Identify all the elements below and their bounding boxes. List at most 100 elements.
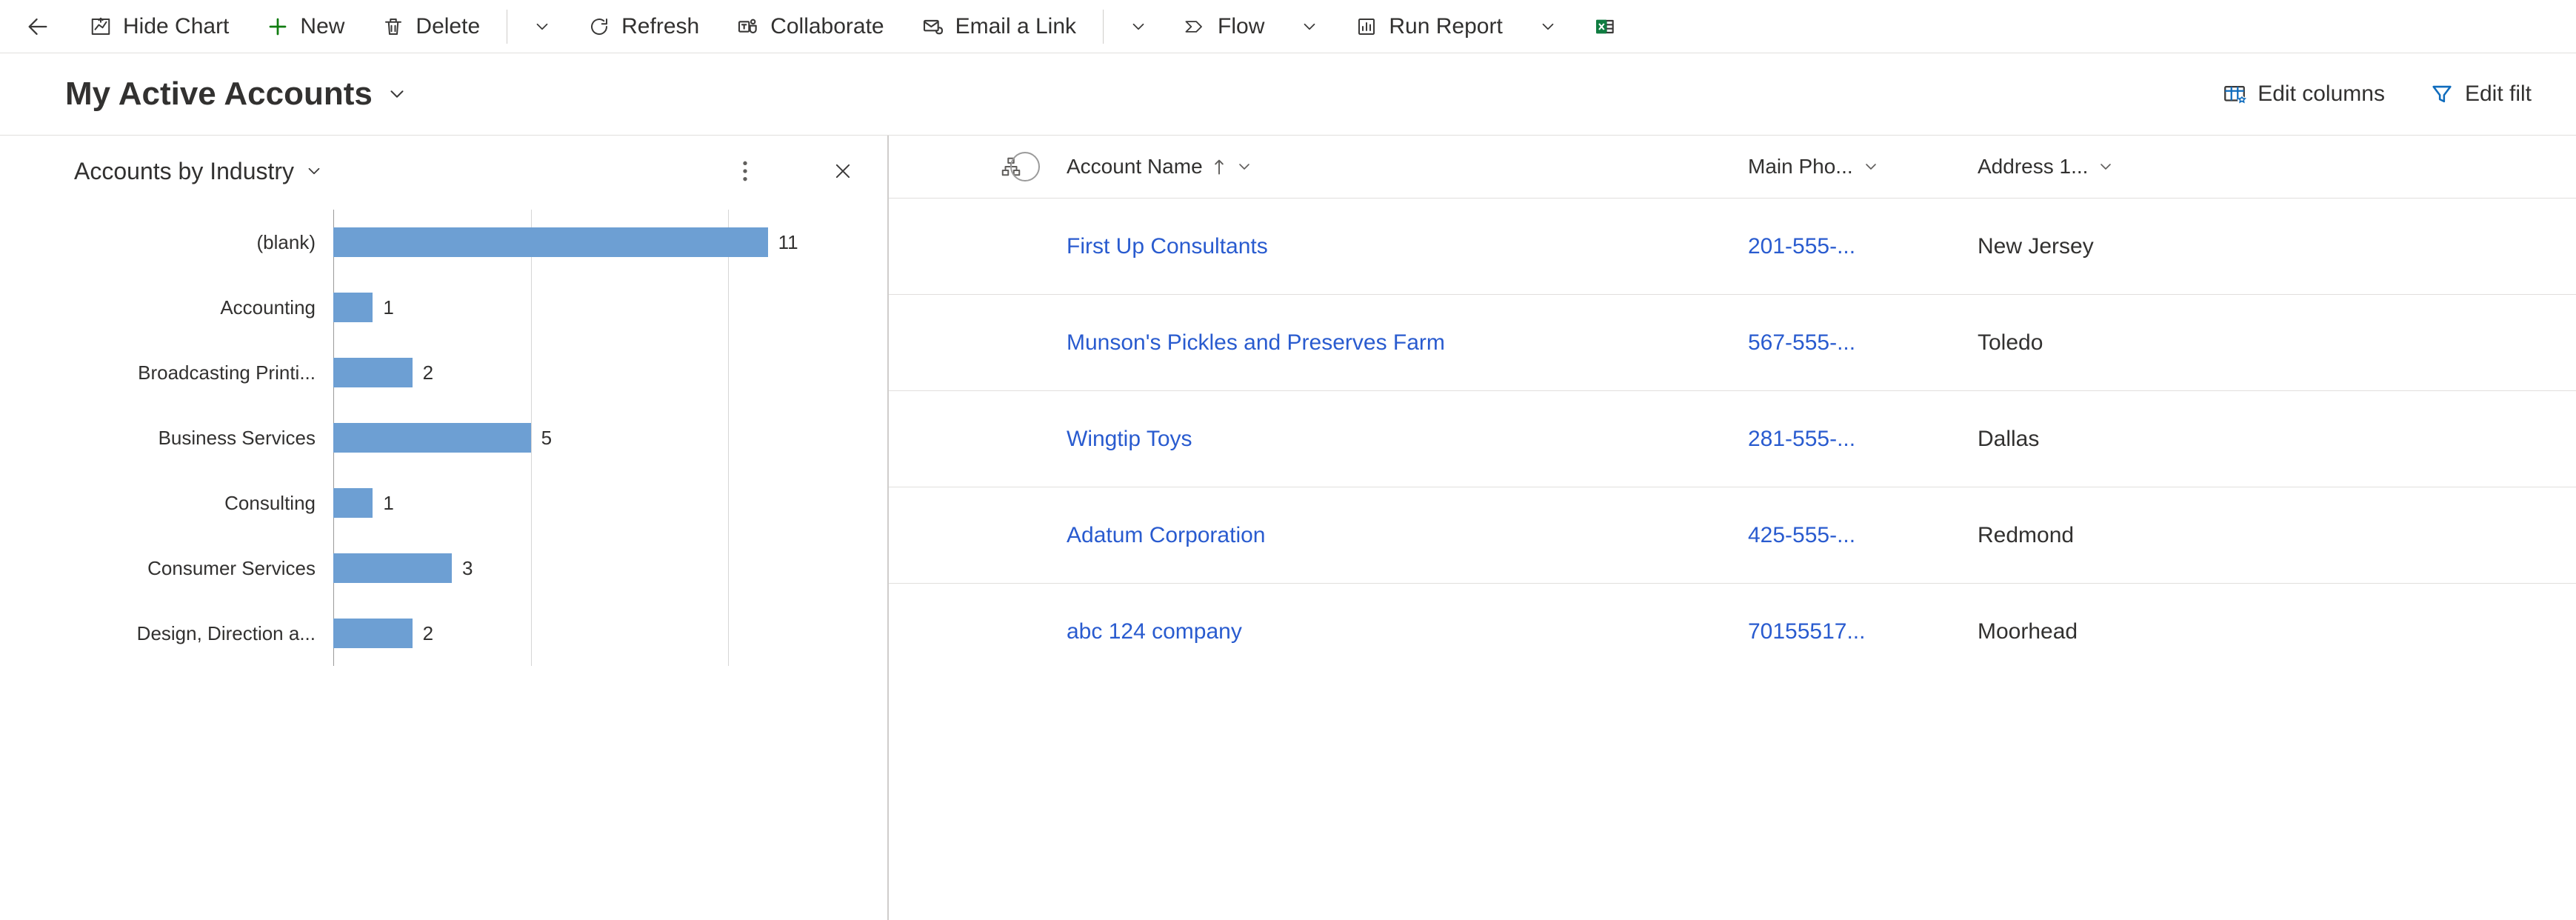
email-link-label: Email a Link xyxy=(955,14,1076,39)
column-label: Main Pho... xyxy=(1748,155,1853,179)
main-phone-link[interactable]: 281-555-... xyxy=(1748,427,1855,452)
flow-button[interactable]: Flow xyxy=(1169,3,1279,50)
excel-icon xyxy=(1593,15,1617,39)
account-name-link[interactable]: Wingtip Toys xyxy=(1067,427,1192,452)
select-all-checkbox[interactable] xyxy=(1010,152,1040,181)
chart-bar[interactable] xyxy=(333,358,413,387)
delete-button[interactable]: Delete xyxy=(367,3,495,50)
refresh-icon xyxy=(587,15,611,39)
chart-bar-track: 5 xyxy=(333,405,858,470)
chart-bar-value: 1 xyxy=(383,296,393,319)
chart-bar-value: 11 xyxy=(778,231,798,254)
edit-filters-button[interactable]: Edit filt xyxy=(2415,81,2546,107)
address-city-value: Redmond xyxy=(1978,523,2074,548)
grid-pane: Account Name Main Pho... Address 1... Fi… xyxy=(889,136,2576,920)
report-icon xyxy=(1355,15,1378,39)
table-row[interactable]: abc 124 company70155517...Moorhead xyxy=(889,583,2576,679)
address-city-value: Dallas xyxy=(1978,427,2039,452)
table-row[interactable]: Wingtip Toys 281-555-... Dallas xyxy=(889,390,2576,487)
delete-split-button[interactable] xyxy=(519,3,565,50)
excel-button[interactable] xyxy=(1578,3,1617,50)
command-bar: Hide Chart New Delete Refresh Collaborat… xyxy=(0,0,2576,53)
back-button[interactable] xyxy=(25,14,67,39)
chart-title-label: Accounts by Industry xyxy=(74,158,294,185)
chevron-down-icon xyxy=(533,17,552,36)
table-row[interactable]: Adatum Corporation 425-555-... Redmond xyxy=(889,487,2576,583)
chart-header: Accounts by Industry xyxy=(0,136,887,210)
column-header-account-name[interactable]: Account Name xyxy=(1067,155,1748,179)
account-name-link[interactable]: Munson's Pickles and Preserves Farm xyxy=(1067,330,1445,356)
chart-selector[interactable]: Accounts by Industry xyxy=(74,158,324,185)
view-selector[interactable]: My Active Accounts xyxy=(65,76,408,113)
chart-bar-value: 2 xyxy=(423,361,433,384)
run-report-button[interactable]: Run Report xyxy=(1340,3,1517,50)
email-link-split-button[interactable] xyxy=(1115,3,1161,50)
chart-icon xyxy=(89,15,113,39)
new-button[interactable]: New xyxy=(251,3,359,50)
main-phone-link[interactable]: 201-555-... xyxy=(1748,234,1855,259)
chevron-down-icon xyxy=(1538,17,1558,36)
chart-body: (blank)11Accounting1Broadcasting Printi.… xyxy=(0,210,887,666)
main-phone-link[interactable]: 70155517... xyxy=(1748,619,1865,644)
back-arrow-icon xyxy=(25,14,50,39)
chart-bar-track: 1 xyxy=(333,275,858,340)
table-row[interactable]: First Up Consultants201-555-...New Jerse… xyxy=(889,198,2576,294)
refresh-button[interactable]: Refresh xyxy=(573,3,714,50)
table-row[interactable]: Munson's Pickles and Preserves Farm 567-5… xyxy=(889,294,2576,390)
main-phone-link[interactable]: 425-555-... xyxy=(1748,523,1855,548)
teams-icon xyxy=(736,15,760,39)
hide-chart-label: Hide Chart xyxy=(123,14,229,39)
chart-bar[interactable] xyxy=(333,293,373,322)
chart-bar-label: Accounting xyxy=(74,296,333,319)
view-title-label: My Active Accounts xyxy=(65,76,373,113)
chart-bar[interactable] xyxy=(333,227,768,257)
chart-bar-row: Consulting 1 xyxy=(74,470,858,536)
flow-dropdown[interactable] xyxy=(1287,3,1332,50)
collaborate-label: Collaborate xyxy=(770,14,884,39)
chart-bar-label: Consumer Services xyxy=(74,557,333,580)
chart-bar-track: 2 xyxy=(333,601,858,666)
filter-icon xyxy=(2429,81,2455,107)
account-name-link[interactable]: Adatum Corporation xyxy=(1067,523,1265,548)
chart-bar[interactable] xyxy=(333,553,452,583)
email-link-button[interactable]: Email a Link xyxy=(907,3,1091,50)
chart-bar-row: Design, Direction a... 2 xyxy=(74,601,858,666)
chart-bar-value: 2 xyxy=(423,622,433,645)
chart-bar-track: 3 xyxy=(333,536,858,601)
chart-bar[interactable] xyxy=(333,619,413,648)
chart-bar-label: Consulting xyxy=(74,492,333,515)
edit-columns-icon xyxy=(2222,81,2247,107)
account-name-link[interactable]: abc 124 company xyxy=(1067,619,1242,644)
chevron-down-icon xyxy=(1235,158,1253,176)
edit-columns-button[interactable]: Edit columns xyxy=(2207,81,2400,107)
chevron-down-icon xyxy=(1862,158,1880,176)
chart-close-button[interactable] xyxy=(822,150,864,192)
chart-bar-label: Design, Direction a... xyxy=(74,622,333,645)
chart-pane: Accounts by Industry (blank)11Accounting… xyxy=(0,136,889,920)
chart-bar-track: 2 xyxy=(333,340,858,405)
collaborate-button[interactable]: Collaborate xyxy=(721,3,898,50)
account-name-link[interactable]: First Up Consultants xyxy=(1067,234,1268,259)
chart-more-button[interactable] xyxy=(724,150,766,192)
chart-bar-track: 11 xyxy=(333,210,858,275)
column-header-main-phone[interactable]: Main Pho... xyxy=(1748,155,1978,179)
column-header-address-city[interactable]: Address 1... xyxy=(1978,155,2207,179)
chart-bar-track: 1 xyxy=(333,470,858,536)
run-report-label: Run Report xyxy=(1389,14,1502,39)
flow-icon xyxy=(1184,15,1207,39)
main-phone-link[interactable]: 567-555-... xyxy=(1748,330,1855,356)
chart-bar-row: Accounting 1 xyxy=(74,275,858,340)
plus-icon xyxy=(266,15,290,39)
separator xyxy=(1103,10,1104,44)
chart-bar-value: 3 xyxy=(462,557,473,580)
view-header: My Active Accounts Edit columns Edit fil… xyxy=(0,53,2576,135)
chart-bar[interactable] xyxy=(333,488,373,518)
column-label: Account Name xyxy=(1067,155,1203,179)
chart-bar-value: 1 xyxy=(383,492,393,515)
grid-rows: First Up Consultants201-555-...New Jerse… xyxy=(889,198,2576,679)
chart-bar[interactable] xyxy=(333,423,531,453)
chevron-down-icon xyxy=(2097,158,2115,176)
hide-chart-button[interactable]: Hide Chart xyxy=(74,3,244,50)
run-report-dropdown[interactable] xyxy=(1525,3,1571,50)
more-vertical-icon xyxy=(742,159,748,183)
